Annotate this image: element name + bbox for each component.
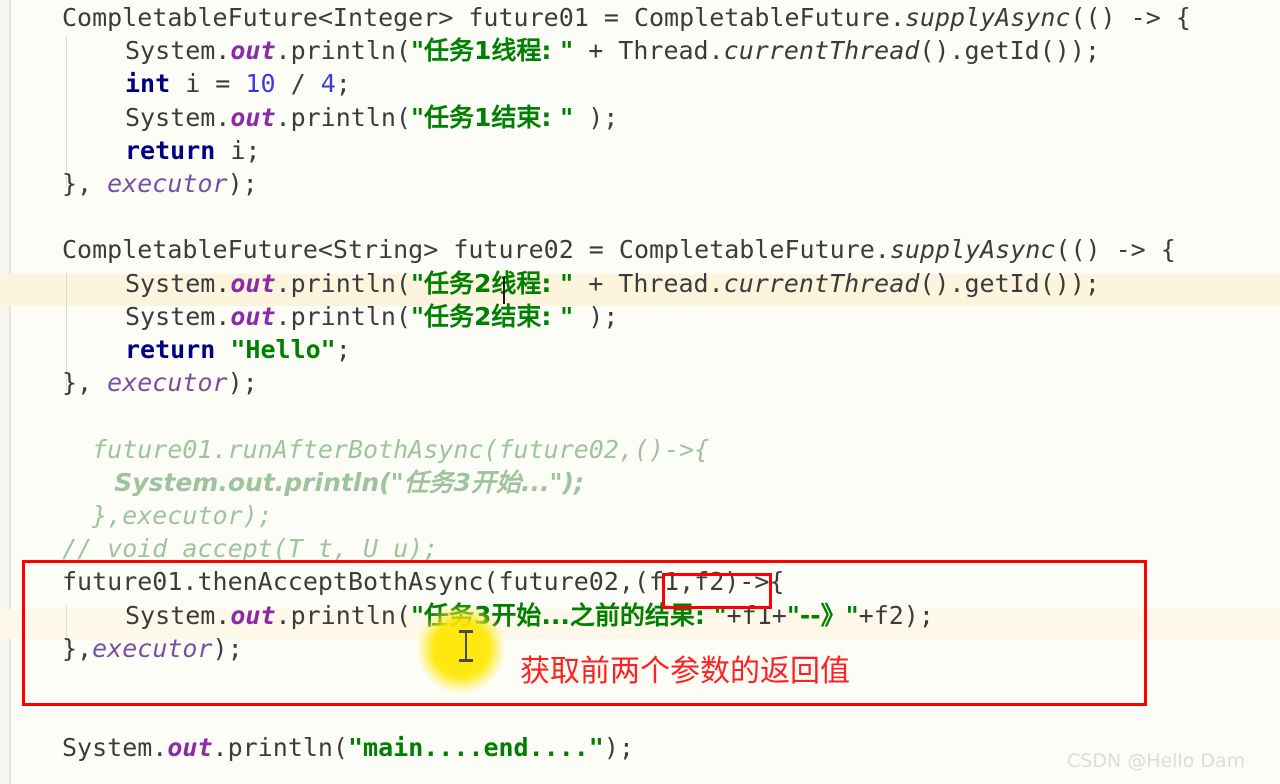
code-line[interactable]: System.out.println("任务2线程: " + Thread.cu…: [125, 268, 1100, 300]
code-line[interactable]: future01.thenAcceptBothAsync(future02,(f…: [62, 566, 784, 598]
code-token: out: [230, 600, 276, 630]
code-line[interactable]: }, executor);: [62, 367, 258, 399]
code-line[interactable]: return "Hello";: [125, 334, 351, 366]
code-token: );: [227, 368, 258, 398]
code-token: System.: [125, 102, 231, 132]
code-token: System.: [125, 268, 231, 298]
code-token: future01.runAfterBothAsync(future02,()->…: [62, 434, 710, 464]
code-line[interactable]: }, executor);: [62, 168, 258, 200]
code-token: "任务2结束: ": [410, 301, 574, 331]
code-token: ().getId());: [919, 268, 1100, 298]
editor-gutter: [0, 0, 9, 784]
text-caret: [503, 277, 505, 304]
code-line[interactable]: System.out.println("任务3开始...之前的结果: "+f1+…: [125, 600, 934, 632]
code-token: "任务3开始...之前的结果: ": [410, 600, 727, 630]
code-token: currentThread: [723, 36, 920, 66]
code-token: + Thread.: [573, 36, 724, 66]
code-line[interactable]: },executor);: [62, 500, 273, 532]
code-line[interactable]: System.out.println("main....end....");: [62, 732, 634, 764]
code-token: },: [62, 633, 93, 663]
code-token: return: [125, 335, 216, 364]
code-token: },executor);: [62, 501, 273, 530]
code-token: out: [230, 102, 276, 132]
code-token: .println(: [275, 600, 411, 630]
code-line[interactable]: future01.runAfterBothAsync(future02,()->…: [62, 434, 709, 466]
code-token: "--》": [786, 600, 859, 630]
code-token: i;: [215, 135, 261, 165]
annotation-note-text: 获取前两个参数的返回值: [520, 654, 850, 689]
code-token: .println(: [275, 301, 411, 331]
code-line[interactable]: CompletableFuture<String> future02 = Com…: [62, 234, 1176, 266]
code-token: .println(: [275, 102, 411, 132]
code-line[interactable]: CompletableFuture<Integer> future01 = Co…: [62, 2, 1191, 34]
gutter-separator: [9, 0, 11, 784]
code-token: return: [125, 135, 216, 165]
code-token: out: [230, 268, 276, 298]
code-token: );: [227, 169, 258, 198]
code-token: out: [230, 36, 276, 66]
code-token: i =: [170, 69, 246, 99]
code-token: executor: [92, 633, 213, 663]
code-token: System.out.println("任务3开始...");: [62, 467, 584, 497]
code-token: System.: [125, 600, 231, 630]
code-token: );: [212, 633, 243, 663]
code-token: out: [230, 301, 276, 331]
code-token: out: [167, 733, 213, 763]
code-line[interactable]: },executor);: [62, 633, 243, 665]
code-token: (() -> {: [1070, 3, 1191, 32]
code-token: + Thread.: [573, 268, 724, 298]
code-token: int: [125, 69, 171, 99]
code-token: },: [62, 368, 108, 398]
code-token: );: [603, 733, 634, 763]
code-token: +f2);: [858, 600, 934, 630]
code-token: (() -> {: [1055, 235, 1176, 265]
code-token: future01.thenAcceptBothAsync(future02,(f…: [62, 567, 785, 597]
code-line[interactable]: System.out.println("任务2结束: " );: [125, 301, 618, 333]
code-token: .println(: [275, 36, 411, 66]
code-line[interactable]: System.out.println("任务1结束: " );: [125, 102, 618, 134]
code-token: 4: [320, 69, 336, 99]
code-token: "任务1结束: ": [410, 102, 574, 132]
code-token: ().getId());: [919, 36, 1100, 66]
code-token: currentThread: [723, 268, 920, 298]
code-token: CompletableFuture<Integer> future01 = Co…: [62, 3, 905, 32]
code-line[interactable]: System.out.println("任务1线程: " + Thread.cu…: [125, 35, 1100, 67]
code-token: System.: [125, 36, 231, 66]
csdn-watermark: CSDN @Hello Dam: [1067, 750, 1246, 772]
code-token: .println(: [212, 733, 348, 763]
code-token: },: [62, 169, 108, 198]
code-line[interactable]: int i = 10 / 4;: [125, 68, 351, 100]
code-token: supplyAsync: [889, 235, 1056, 265]
code-token: executor: [107, 169, 228, 198]
code-editor-screenshot: CompletableFuture<Integer> future01 = Co…: [0, 0, 1280, 784]
code-token: CompletableFuture<String> future02 = Com…: [62, 235, 890, 265]
code-line[interactable]: return i;: [125, 135, 260, 167]
code-token: System.: [125, 301, 231, 331]
code-token: "Hello": [230, 335, 336, 364]
code-line[interactable]: System.out.println("任务3开始...");: [62, 467, 584, 499]
code-token: executor: [107, 368, 228, 398]
code-token: .println(: [275, 268, 411, 298]
code-token: ;: [335, 69, 351, 99]
indent-guide: [66, 36, 67, 186]
code-line[interactable]: // void accept(T t, U u);: [62, 533, 438, 565]
code-token: "任务2线程: ": [410, 268, 574, 298]
code-token: // void accept(T t, U u);: [62, 534, 439, 564]
code-token: /: [275, 69, 321, 99]
code-token: 10: [245, 69, 276, 99]
code-token: System.: [62, 733, 168, 763]
code-token: "任务1线程: ": [410, 36, 574, 66]
code-token: );: [573, 301, 619, 331]
code-token: supplyAsync: [904, 3, 1071, 32]
code-token: "main....end....": [347, 733, 604, 763]
code-token: ;: [335, 335, 351, 364]
code-token: );: [573, 102, 619, 132]
code-token: +f1+: [726, 600, 787, 630]
